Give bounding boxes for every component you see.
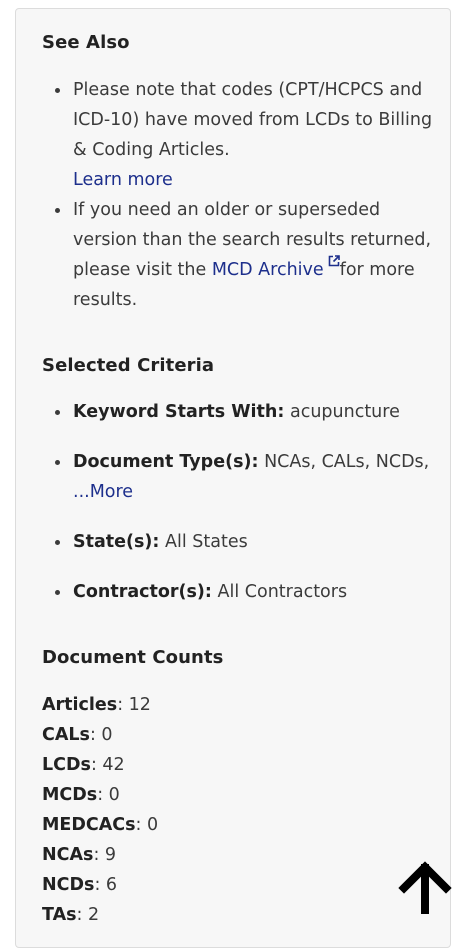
see-also-list: Please note that codes (CPT/HCPCS and IC… bbox=[42, 75, 437, 315]
criteria-contractor: Contractor(s): All Contractors bbox=[42, 577, 437, 607]
criteria-document-type: Document Type(s): NCAs, CALs, NCDs, ...M… bbox=[42, 447, 437, 507]
criteria-state-label: State(s): bbox=[73, 532, 160, 552]
see-also-item-archive: If you need an older or superseded versi… bbox=[42, 195, 437, 315]
criteria-state-value: All States bbox=[165, 532, 248, 552]
count-value: : 0 bbox=[97, 785, 120, 805]
count-value: : 2 bbox=[76, 905, 100, 925]
count-row-articles: Articles: 12 bbox=[42, 690, 437, 720]
count-label: NCAs bbox=[42, 845, 94, 865]
count-row-medcacs: MEDCACs: 0 bbox=[42, 810, 437, 840]
count-row-lcds: LCDs: 42 bbox=[42, 750, 437, 780]
see-also-codes-text: Please note that codes (CPT/HCPCS and IC… bbox=[73, 80, 433, 160]
count-value: : 12 bbox=[117, 695, 151, 715]
criteria-keyword-value: acupuncture bbox=[289, 402, 400, 422]
count-value: : 0 bbox=[89, 725, 113, 745]
count-value: : 42 bbox=[90, 755, 125, 775]
see-also-item-codes: Please note that codes (CPT/HCPCS and IC… bbox=[42, 75, 437, 195]
count-label: TAs bbox=[42, 905, 77, 925]
criteria-contractor-value: All Contractors bbox=[217, 582, 348, 602]
criteria-contractor-label: Contractor(s): bbox=[73, 582, 212, 602]
count-value: : 6 bbox=[94, 875, 118, 895]
count-label: NCDs bbox=[42, 875, 95, 895]
see-also-heading: See Also bbox=[42, 32, 130, 53]
back-to-top-button[interactable] bbox=[398, 860, 452, 916]
count-label: Articles bbox=[42, 695, 118, 715]
sidebar-panel: See Also Please note that codes (CPT/HCP… bbox=[15, 8, 451, 948]
selected-criteria-heading: Selected Criteria bbox=[42, 355, 215, 376]
count-row-cals: CALs: 0 bbox=[42, 720, 437, 750]
document-counts-list: Articles: 12 CALs: 0 LCDs: 42 MCDs: 0 ME… bbox=[42, 690, 437, 930]
count-label: MEDCACs bbox=[42, 815, 136, 835]
criteria-document-type-label: Document Type(s): bbox=[73, 452, 259, 472]
count-row-ncds: NCDs: 6 bbox=[42, 870, 437, 900]
document-type-more-link[interactable]: ...More bbox=[73, 482, 133, 502]
mcd-archive-link-label: MCD Archive bbox=[211, 260, 324, 280]
external-link-icon bbox=[328, 255, 340, 267]
count-value: : 9 bbox=[93, 845, 117, 865]
selected-criteria-list: Keyword Starts With: acupuncture Documen… bbox=[42, 397, 437, 627]
arrow-up-icon bbox=[398, 861, 452, 914]
criteria-document-type-value: NCAs, CALs, NCDs, bbox=[264, 452, 430, 472]
count-label: MCDs bbox=[42, 785, 98, 805]
count-row-mcds: MCDs: 0 bbox=[42, 780, 437, 810]
learn-more-link[interactable]: Learn more bbox=[73, 170, 173, 190]
criteria-keyword-label: Keyword Starts With: bbox=[73, 402, 285, 422]
count-row-ncas: NCAs: 9 bbox=[42, 840, 437, 870]
count-value: : 0 bbox=[135, 815, 159, 835]
count-label: LCDs bbox=[42, 755, 91, 775]
count-label: CALs bbox=[42, 725, 90, 745]
criteria-keyword: Keyword Starts With: acupuncture bbox=[42, 397, 437, 427]
criteria-state: State(s): All States bbox=[42, 527, 437, 557]
document-counts-heading: Document Counts bbox=[42, 647, 224, 668]
mcd-archive-link[interactable]: MCD Archive bbox=[211, 255, 340, 280]
count-row-tas: TAs: 2 bbox=[42, 900, 437, 930]
